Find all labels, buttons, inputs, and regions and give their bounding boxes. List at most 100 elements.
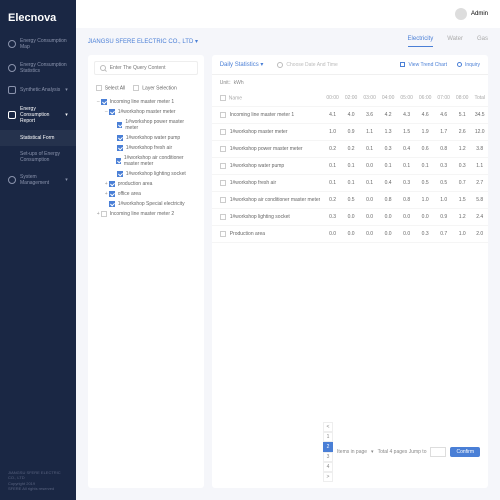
checkbox[interactable] (116, 158, 121, 164)
select-all[interactable]: Select All (96, 85, 126, 91)
cell: 1.3 (379, 124, 398, 141)
page-button[interactable]: 4 (323, 462, 333, 472)
total-label: Total 4 pages Jump to (378, 449, 427, 455)
cell: 0.1 (342, 175, 361, 192)
tree-label: 1#workshop air conditioner master meter (124, 155, 196, 167)
page-button[interactable]: > (323, 472, 333, 482)
tree-item[interactable]: 1#workshop fresh air (96, 143, 196, 153)
cell: 0.7 (434, 226, 453, 243)
table-row: Production area0.00.00.00.00.00.30.71.02… (212, 226, 488, 243)
checkbox[interactable] (109, 201, 115, 207)
tree-item[interactable]: +office area (96, 189, 196, 199)
cell: 2.4 (471, 209, 488, 226)
checkbox[interactable] (109, 181, 115, 187)
nav-label: Synthetic Analysis (20, 87, 60, 93)
cell: 4.0 (342, 107, 361, 124)
sidebar: Elecnova Energy Consumption Map Energy C… (0, 0, 76, 500)
cell: 1.0 (453, 226, 472, 243)
cell: 0.1 (416, 158, 435, 175)
checkbox[interactable] (117, 135, 123, 141)
sub-statistical-form[interactable]: Statistical Form (0, 130, 76, 146)
checkbox[interactable] (220, 95, 226, 101)
cell: 4.1 (323, 107, 342, 124)
page-button[interactable]: 3 (323, 452, 333, 462)
cell: 0.4 (397, 141, 416, 158)
cell: 12.0 (471, 124, 488, 141)
checkbox[interactable] (109, 109, 115, 115)
tree-item[interactable]: +production area (96, 179, 196, 189)
checkbox[interactable] (220, 214, 226, 220)
cell: 0.0 (342, 209, 361, 226)
checkbox[interactable] (117, 122, 123, 128)
nav-label: System Management (20, 174, 61, 186)
checkbox[interactable] (220, 180, 226, 186)
pagination: <1234> Items in page ▾ Total 4 pages Jum… (212, 416, 488, 488)
cell: 1.2 (453, 141, 472, 158)
tree-item[interactable]: 1#workshop water pump (96, 133, 196, 143)
cell: 1.5 (397, 124, 416, 141)
page-button[interactable]: 2 (323, 442, 333, 452)
tree-item[interactable]: –1#workshop master meter (96, 107, 196, 117)
checkbox[interactable] (109, 191, 115, 197)
col-header: 03:00 (360, 90, 379, 107)
page-button[interactable]: < (323, 422, 333, 432)
checkbox[interactable] (220, 197, 226, 203)
username[interactable]: Admin (471, 11, 488, 17)
chart-icon (400, 62, 405, 67)
analysis-icon (8, 86, 16, 94)
tree-item[interactable]: –Incoming line master meter 1 (96, 97, 196, 107)
cell: 0.8 (434, 141, 453, 158)
cell: 1.0 (434, 192, 453, 209)
layer-selection[interactable]: Layer Selection (133, 85, 176, 91)
checkbox[interactable] (117, 171, 123, 177)
checkbox[interactable] (101, 99, 107, 105)
tree-item[interactable]: 1#workshop lighting socket (96, 169, 196, 179)
breadcrumb[interactable]: JIANGSU SFERE ELECTRIC CO., LTD ▾ (88, 38, 198, 45)
jump-input[interactable] (430, 447, 446, 457)
tab-water[interactable]: Water (447, 36, 463, 47)
confirm-button[interactable]: Confirm (450, 447, 480, 457)
nav-energy-map[interactable]: Energy Consumption Map (0, 32, 76, 56)
inquiry-button[interactable]: Inquiry (457, 62, 480, 68)
table-row: 1#workshop master meter1.00.91.11.31.51.… (212, 124, 488, 141)
cell: 0.8 (379, 192, 398, 209)
sub-setups[interactable]: Set-ups of Energy Consumption (0, 146, 76, 168)
search-box[interactable] (94, 61, 198, 75)
checkbox[interactable] (220, 129, 226, 135)
system-icon (8, 176, 16, 184)
tree-item[interactable]: 1#workshop Special electricity (96, 199, 196, 209)
view-trend-button[interactable]: View Trend Chart (400, 62, 447, 68)
period-select[interactable]: Daily Statistics ▾ (220, 61, 264, 68)
checkbox[interactable] (220, 231, 226, 237)
row-name: Production area (230, 231, 265, 237)
checkbox[interactable] (220, 163, 226, 169)
cell: 0.0 (323, 226, 342, 243)
nav-system[interactable]: System Management▾ (0, 168, 76, 192)
tree-item[interactable]: 1#workshop power master meter (96, 117, 196, 133)
nav-label: Energy Consumption Statistics (20, 62, 68, 74)
inquiry-label: Inquiry (465, 62, 480, 68)
nav-report[interactable]: Energy Consumption Report▾ (0, 100, 76, 130)
tree-item[interactable]: +Incoming line master meter 2 (96, 209, 196, 219)
tree-label: 1#workshop fresh air (126, 145, 172, 151)
tab-electricity[interactable]: Electricity (408, 36, 434, 47)
row-name: Incoming line master meter 1 (230, 112, 294, 118)
cell: 0.0 (379, 226, 398, 243)
tree-item[interactable]: 1#workshop air conditioner master meter (96, 153, 196, 169)
tab-gas[interactable]: Gas (477, 36, 488, 47)
nav-label: Energy Consumption Report (20, 106, 61, 124)
nav-synth[interactable]: Synthetic Analysis▾ (0, 80, 76, 100)
cell: 0.5 (342, 192, 361, 209)
datetime-picker[interactable]: Choose Date And Time (277, 62, 337, 68)
checkbox[interactable] (101, 211, 107, 217)
page-button[interactable]: 1 (323, 432, 333, 442)
checkbox[interactable] (117, 145, 123, 151)
footer-company: JIANGSU SFERE ELECTRIC CO., LTD (8, 470, 68, 481)
checkbox[interactable] (220, 146, 226, 152)
search-input[interactable] (110, 65, 192, 71)
cell: 3.6 (360, 107, 379, 124)
avatar[interactable] (455, 8, 467, 20)
nav-energy-stats[interactable]: Energy Consumption Statistics (0, 56, 76, 80)
checkbox[interactable] (220, 112, 226, 118)
cell: 1.0 (416, 192, 435, 209)
